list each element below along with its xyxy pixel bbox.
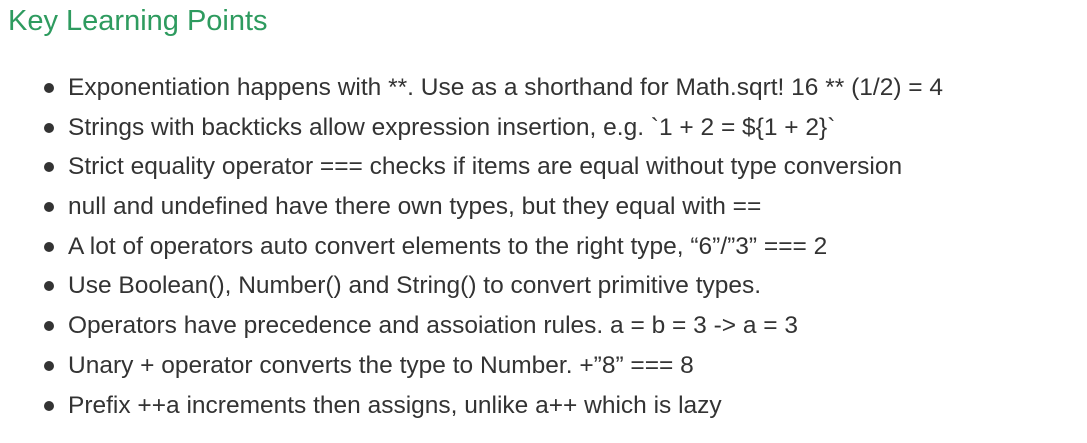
bullet-icon (44, 281, 54, 292)
list-item: Prefix ++a increments then assigns, unli… (40, 386, 943, 426)
bullet-icon (44, 241, 54, 252)
list-item-text: Strings with backticks allow expression … (68, 113, 836, 141)
bullet-icon (44, 122, 54, 133)
list-item-text: Operators have precedence and assoiation… (68, 312, 799, 340)
list-item: A lot of operators auto convert elements… (40, 227, 943, 267)
bullet-icon (44, 162, 54, 173)
list-item-text: Unary + operator converts the type to Nu… (68, 351, 694, 379)
bullet-icon (44, 321, 54, 332)
list-item: Exponentiation happens with **. Use as a… (40, 68, 943, 108)
list-item-text: Strict equality operator === checks if i… (68, 153, 903, 181)
list-item: Operators have precedence and assoiation… (40, 306, 943, 346)
list-item-text: Use Boolean(), Number() and String() to … (68, 272, 762, 300)
bullet-icon (44, 360, 54, 371)
key-points-list: Exponentiation happens with **. Use as a… (40, 68, 943, 425)
bullet-icon (44, 202, 54, 213)
list-item: Use Boolean(), Number() and String() to … (40, 266, 943, 306)
list-item: Strict equality operator === checks if i… (40, 147, 943, 187)
list-item: Strings with backticks allow expression … (40, 108, 943, 148)
section-heading: Key Learning Points (8, 5, 268, 37)
list-item-text: Prefix ++a increments then assigns, unli… (68, 391, 722, 419)
bullet-icon (44, 400, 54, 411)
list-item-text: Exponentiation happens with **. Use as a… (68, 74, 944, 101)
bullet-icon (44, 83, 54, 93)
list-item: Unary + operator converts the type to Nu… (40, 346, 943, 386)
list-item: null and undefined have there own types,… (40, 187, 943, 227)
list-item-text: null and undefined have there own types,… (68, 193, 762, 221)
list-item-text: A lot of operators auto convert elements… (68, 232, 828, 260)
